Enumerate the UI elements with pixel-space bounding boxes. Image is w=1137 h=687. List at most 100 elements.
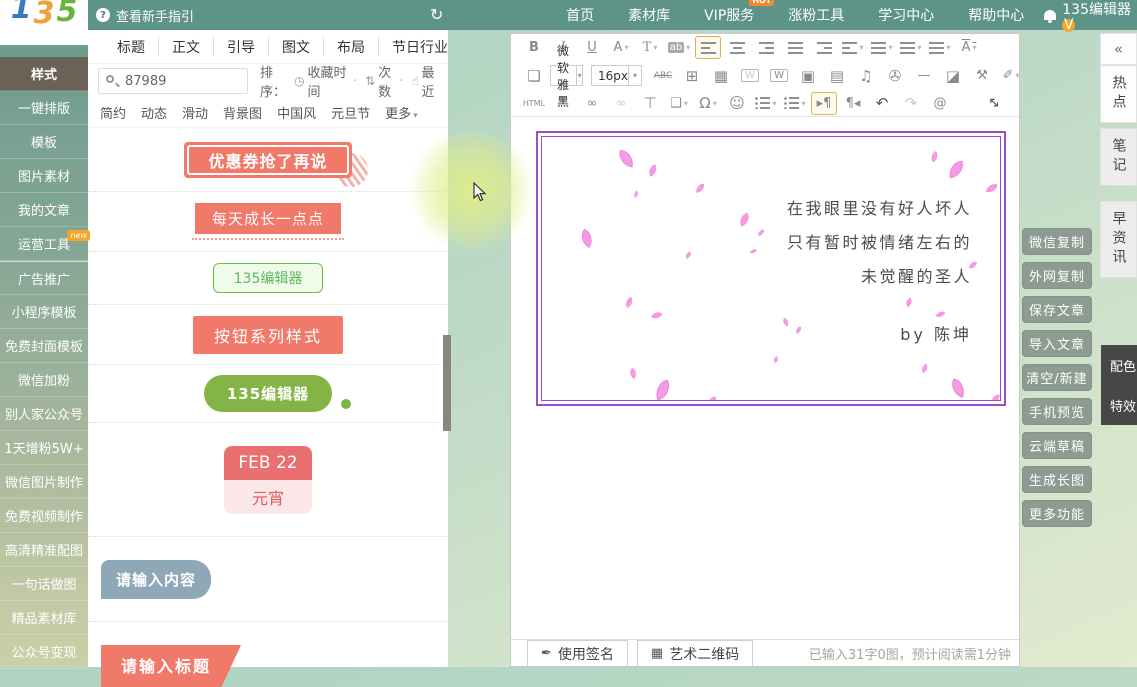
- action-import-article[interactable]: 导入文章: [1022, 330, 1092, 357]
- table-button[interactable]: ⊞: [679, 64, 705, 87]
- text-template-button[interactable]: ⊤: [637, 92, 663, 115]
- sort-usage-count[interactable]: ⇅ 次数: [348, 62, 394, 100]
- material-coupon-button[interactable]: 优惠券抢了再说: [184, 142, 352, 178]
- action-generate-long-image[interactable]: 生成长图: [1022, 466, 1092, 493]
- underline-button[interactable]: U: [579, 36, 605, 59]
- material-grow-button[interactable]: 每天成长一点点: [195, 203, 341, 234]
- word-clean-button[interactable]: W: [737, 64, 763, 87]
- side-tab-morning-news[interactable]: 早资讯: [1100, 201, 1137, 278]
- horizontal-rule-button[interactable]: —: [911, 64, 937, 87]
- list-scrollbar-thumb[interactable]: [443, 335, 451, 431]
- category-background-image[interactable]: 背景图: [223, 103, 262, 122]
- ordered-list-button[interactable]: [753, 92, 779, 115]
- material-tab-image-text[interactable]: 图文: [268, 37, 323, 57]
- text-direction-button[interactable]: A: [956, 36, 982, 59]
- sidebar-item-free-video-making[interactable]: 免费视频制作: [0, 499, 88, 533]
- material-editor-outline-button[interactable]: 135编辑器: [213, 263, 324, 293]
- container-button[interactable]: ❑: [666, 92, 692, 115]
- sidebar-item-other-official-accounts[interactable]: 别人家公众号: [0, 397, 88, 431]
- image-gallery-button[interactable]: ▤: [824, 64, 850, 87]
- fullscreen-button[interactable]: ↔: [981, 92, 1007, 115]
- nav-vip-service[interactable]: VIP服务HOT: [704, 5, 754, 25]
- category-simple[interactable]: 简约: [100, 103, 126, 122]
- nav-fans-tools[interactable]: 涨粉工具: [788, 5, 844, 25]
- html-source-button[interactable]: HTML: [521, 92, 547, 115]
- collapse-panel-button[interactable]: «: [1100, 33, 1137, 65]
- font-family-select[interactable]: 微软雅黑 ▾: [550, 65, 583, 86]
- indent-button[interactable]: [811, 36, 837, 59]
- video-button[interactable]: ✇: [882, 64, 908, 87]
- sidebar-item-fans-growth[interactable]: 1天增粉5W+: [0, 431, 88, 465]
- sidebar-item-free-cover-templates[interactable]: 免费封面模板: [0, 329, 88, 363]
- align-right-button[interactable]: [753, 36, 779, 59]
- paragraph-space-button[interactable]: [869, 36, 895, 59]
- new-doc-button[interactable]: ❏: [521, 64, 547, 87]
- paragraph-backward-button[interactable]: ¶◂: [840, 92, 866, 115]
- action-mobile-preview[interactable]: 手机预览: [1022, 398, 1092, 425]
- material-tab-guide[interactable]: 引导: [213, 37, 268, 57]
- sidebar-item-premium-material-library[interactable]: 精品素材库: [0, 601, 88, 635]
- nav-help-center[interactable]: 帮助中心: [968, 5, 1024, 25]
- word-import-button[interactable]: W: [766, 64, 792, 87]
- sidebar-item-hd-matching-images[interactable]: 高清精准配图: [0, 533, 88, 567]
- sidebar-item-my-articles[interactable]: 我的文章: [0, 193, 88, 227]
- sort-recent[interactable]: ☝ 最近: [394, 62, 438, 100]
- float-tool-color-scheme[interactable]: 配色: [1110, 356, 1137, 375]
- sidebar-item-wechat-image-making[interactable]: 微信图片制作: [0, 465, 88, 499]
- table-image-button[interactable]: ▦: [708, 64, 734, 87]
- align-center-button[interactable]: [724, 36, 750, 59]
- material-calendar-card[interactable]: FEB 22 元宵: [224, 446, 312, 514]
- material-content-tag[interactable]: 请输入内容: [101, 560, 211, 599]
- emoji-button[interactable]: ☺: [724, 92, 750, 115]
- material-tab-festival-industry[interactable]: 节日行业: [378, 37, 461, 57]
- sidebar-item-operation-tools[interactable]: 运营工具 new: [0, 227, 88, 261]
- align-left-button[interactable]: [695, 36, 721, 59]
- redo-button[interactable]: ↷: [898, 92, 924, 115]
- material-title-banner[interactable]: 请输入标题: [101, 645, 241, 687]
- line-spacing-button[interactable]: [898, 36, 924, 59]
- unordered-list-button[interactable]: [782, 92, 808, 115]
- refresh-icon[interactable]: ↻: [430, 5, 443, 24]
- text-style-button[interactable]: T: [637, 36, 663, 59]
- font-size-select[interactable]: 16px ▾: [591, 65, 642, 86]
- newbie-guide-link[interactable]: ? 查看新手指引: [96, 6, 194, 25]
- nav-learning-center[interactable]: 学习中心: [878, 5, 934, 25]
- bell-icon[interactable]: [1044, 10, 1056, 20]
- blockquote-button[interactable]: ❞: [550, 92, 576, 115]
- font-color-button[interactable]: A: [608, 36, 634, 59]
- material-tab-layout[interactable]: 布局: [323, 37, 378, 57]
- magic-fill-button[interactable]: ✐: [998, 64, 1024, 87]
- bold-button[interactable]: B: [521, 36, 547, 59]
- side-tab-hotspots[interactable]: 热点: [1100, 65, 1137, 123]
- sort-favorite-time[interactable]: ◷ 收藏时间: [294, 62, 348, 100]
- sidebar-item-wechat-add-fans[interactable]: 微信加粉: [0, 363, 88, 397]
- align-justify-button[interactable]: [782, 36, 808, 59]
- sidebar-item-templates[interactable]: 模板: [0, 125, 88, 159]
- action-wechat-copy[interactable]: 微信复制: [1022, 228, 1092, 255]
- footer-tab-signature[interactable]: ✒ 使用签名: [527, 640, 628, 666]
- action-external-copy[interactable]: 外网复制: [1022, 262, 1092, 289]
- sidebar-item-one-click-layout[interactable]: 一键排版: [0, 91, 88, 125]
- music-button[interactable]: ♫: [853, 64, 879, 87]
- link-button[interactable]: ∞: [579, 92, 605, 115]
- float-tool-effects[interactable]: 特效: [1110, 396, 1137, 415]
- undo-button[interactable]: ↶: [869, 92, 895, 115]
- category-dynamic[interactable]: 动态: [141, 103, 167, 122]
- sidebar-item-one-sentence-image[interactable]: 一句话做图: [0, 567, 88, 601]
- category-new-year-day[interactable]: 元旦节: [331, 103, 370, 122]
- strikethrough-button[interactable]: ABC: [650, 64, 676, 87]
- material-tab-title[interactable]: 标题: [104, 37, 158, 57]
- nav-home[interactable]: 首页: [566, 5, 594, 25]
- editor-canvas[interactable]: 在我眼里没有好人坏人 只有暂时被情绪左右的 未觉醒的圣人 by 陈坤: [511, 117, 1019, 639]
- footer-tab-art-qrcode[interactable]: ▦ 艺术二维码: [637, 640, 753, 666]
- sidebar-item-miniprogram-templates[interactable]: 小程序模板: [0, 295, 88, 329]
- outdent-button[interactable]: [840, 36, 866, 59]
- image-button[interactable]: ▣: [795, 64, 821, 87]
- nav-material-library[interactable]: 素材库: [628, 5, 670, 25]
- material-editor-pill-button[interactable]: 135编辑器: [204, 375, 332, 412]
- material-tab-body[interactable]: 正文: [158, 37, 213, 57]
- sidebar-item-account-monetization[interactable]: 公众号变现: [0, 635, 88, 669]
- action-more-features[interactable]: 更多功能: [1022, 500, 1092, 527]
- category-more[interactable]: 更多: [385, 103, 418, 122]
- sidebar-item-styles[interactable]: 样式: [0, 57, 88, 91]
